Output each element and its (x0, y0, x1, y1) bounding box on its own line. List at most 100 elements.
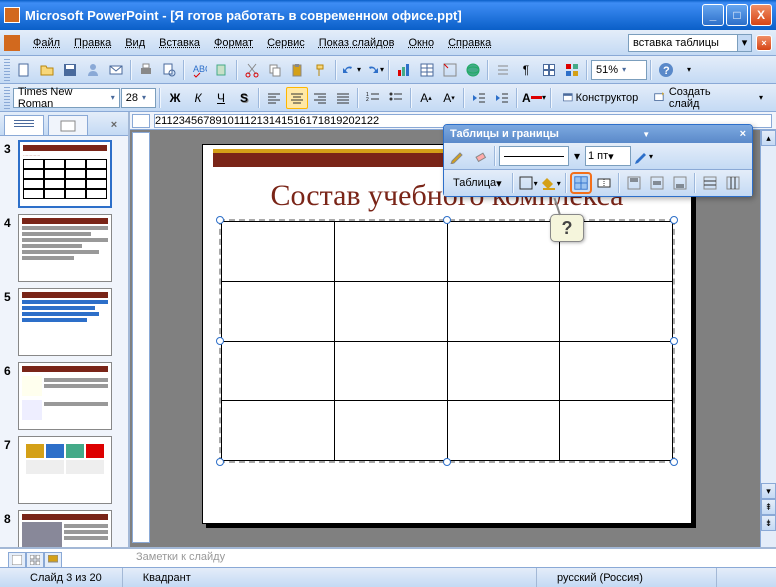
menu-help[interactable]: Справка (441, 34, 498, 52)
show-formatting-button[interactable]: ¶ (515, 59, 537, 81)
outline-tab[interactable] (4, 115, 44, 135)
draw-table-button[interactable] (446, 145, 468, 167)
vertical-scrollbar[interactable]: ▴ ▾ ⇞ ⇟ (760, 130, 776, 547)
redo-button[interactable]: ▾ (363, 59, 385, 81)
align-top-button[interactable] (623, 172, 645, 194)
toolbar-options[interactable]: ▾ (678, 59, 700, 81)
shadow-button[interactable]: S (233, 87, 255, 109)
help-search-dropdown[interactable]: ▾ (738, 34, 752, 52)
border-color-button[interactable]: ▾ (632, 145, 654, 167)
floatbar-options[interactable]: ▼ (642, 130, 650, 139)
table-frame[interactable] (219, 219, 675, 463)
undo-button[interactable]: ▾ (340, 59, 362, 81)
thumbnail-6[interactable]: 6 (4, 362, 124, 430)
color-button[interactable] (561, 59, 583, 81)
print-button[interactable] (135, 59, 157, 81)
floatbar-header[interactable]: Таблицы и границы ▼ × (444, 125, 752, 143)
show-grid-button[interactable] (538, 59, 560, 81)
align-left-button[interactable] (263, 87, 285, 109)
help-search-box[interactable] (628, 34, 738, 52)
align-right-button[interactable] (309, 87, 331, 109)
scroll-down-button[interactable]: ▾ (761, 483, 776, 499)
outside-borders-button[interactable]: ▾ (517, 172, 539, 194)
menu-tools[interactable]: Сервис (260, 34, 312, 52)
save-button[interactable] (59, 59, 81, 81)
normal-view-button[interactable] (8, 552, 26, 568)
tables-borders-button[interactable] (439, 59, 461, 81)
format-painter-button[interactable] (310, 59, 332, 81)
menu-view[interactable]: Вид (118, 34, 152, 52)
border-style-combo[interactable] (499, 146, 569, 166)
floatbar-close-button[interactable]: × (740, 128, 746, 140)
next-slide-button[interactable]: ⇟ (761, 515, 776, 531)
slide-table[interactable] (221, 221, 673, 461)
increase-font-button[interactable]: A▴ (415, 87, 437, 109)
thumbnail-5[interactable]: 5 (4, 288, 124, 356)
italic-button[interactable]: К (187, 87, 209, 109)
menu-slideshow[interactable]: Показ слайдов (312, 34, 402, 52)
fill-color-button[interactable]: ▾ (540, 172, 562, 194)
decrease-indent-button[interactable] (468, 87, 490, 109)
cut-button[interactable] (241, 59, 263, 81)
insert-hyperlink-button[interactable] (462, 59, 484, 81)
eraser-button[interactable] (469, 145, 491, 167)
thumbnail-3[interactable]: 3············· (4, 140, 124, 208)
font-color-button[interactable]: A▾ (521, 87, 547, 109)
print-preview-button[interactable] (158, 59, 180, 81)
menu-format[interactable]: Формат (207, 34, 260, 52)
paste-button[interactable] (287, 59, 309, 81)
zoom-combo[interactable]: 51%▾ (591, 60, 647, 80)
menu-edit[interactable]: Правка (67, 34, 118, 52)
bold-button[interactable]: Ж (164, 87, 186, 109)
scroll-up-button[interactable]: ▴ (761, 130, 776, 146)
insert-chart-button[interactable] (393, 59, 415, 81)
minimize-button[interactable]: _ (702, 4, 724, 26)
slides-tab[interactable] (48, 115, 88, 135)
align-center-button[interactable] (286, 87, 308, 109)
expand-all-button[interactable] (492, 59, 514, 81)
font-combo[interactable]: Times New Roman▾ (13, 88, 120, 108)
align-middle-button[interactable] (646, 172, 668, 194)
distribute-rows-button[interactable] (699, 172, 721, 194)
spelling-button[interactable]: ABC (188, 59, 210, 81)
distributed-button[interactable] (332, 87, 354, 109)
help-button[interactable]: ? (655, 59, 677, 81)
font-size-combo[interactable]: 28▾ (121, 88, 156, 108)
copy-button[interactable] (264, 59, 286, 81)
toolbar-options[interactable]: ▾ (750, 87, 772, 109)
new-button[interactable] (13, 59, 35, 81)
distribute-cols-button[interactable] (722, 172, 744, 194)
prev-slide-button[interactable]: ⇞ (761, 499, 776, 515)
permission-button[interactable] (82, 59, 104, 81)
email-button[interactable] (105, 59, 127, 81)
close-button[interactable]: X (750, 4, 772, 26)
slideshow-view-button[interactable] (44, 552, 62, 568)
border-width-combo[interactable]: 1 пт▾ (585, 146, 631, 166)
align-bottom-button[interactable] (669, 172, 691, 194)
maximize-button[interactable]: □ (726, 4, 748, 26)
design-button[interactable]: Конструктор (555, 87, 645, 109)
tables-borders-toolbar[interactable]: Таблицы и границы ▼ × ▾ 1 пт▾ ▾ Таблица … (443, 124, 753, 197)
border-style-dropdown[interactable]: ▾ (570, 145, 584, 167)
doc-close-button[interactable]: × (756, 35, 772, 51)
pane-close-button[interactable]: × (104, 115, 124, 135)
merge-cells-button[interactable] (570, 172, 592, 194)
thumbnail-4[interactable]: 4 (4, 214, 124, 282)
numbering-button[interactable]: 12 (362, 87, 384, 109)
sorter-view-button[interactable] (26, 552, 44, 568)
menu-window[interactable]: Окно (402, 34, 442, 52)
new-slide-button[interactable]: Создать слайд (646, 87, 749, 109)
thumbnail-7[interactable]: 7 (4, 436, 124, 504)
menu-file[interactable]: Файл (26, 34, 67, 52)
toolbar-grip[interactable] (4, 87, 10, 109)
decrease-font-button[interactable]: A▾ (438, 87, 460, 109)
insert-table-button[interactable] (416, 59, 438, 81)
research-button[interactable] (211, 59, 233, 81)
bullets-button[interactable] (385, 87, 407, 109)
underline-button[interactable]: Ч (210, 87, 232, 109)
table-menu-button[interactable]: Таблица ▾ (446, 172, 509, 194)
menu-insert[interactable]: Вставка (152, 34, 207, 52)
open-button[interactable] (36, 59, 58, 81)
slide[interactable]: Состав учебного комплекса (202, 144, 692, 524)
notes-pane[interactable]: Заметки к слайду (0, 547, 776, 567)
